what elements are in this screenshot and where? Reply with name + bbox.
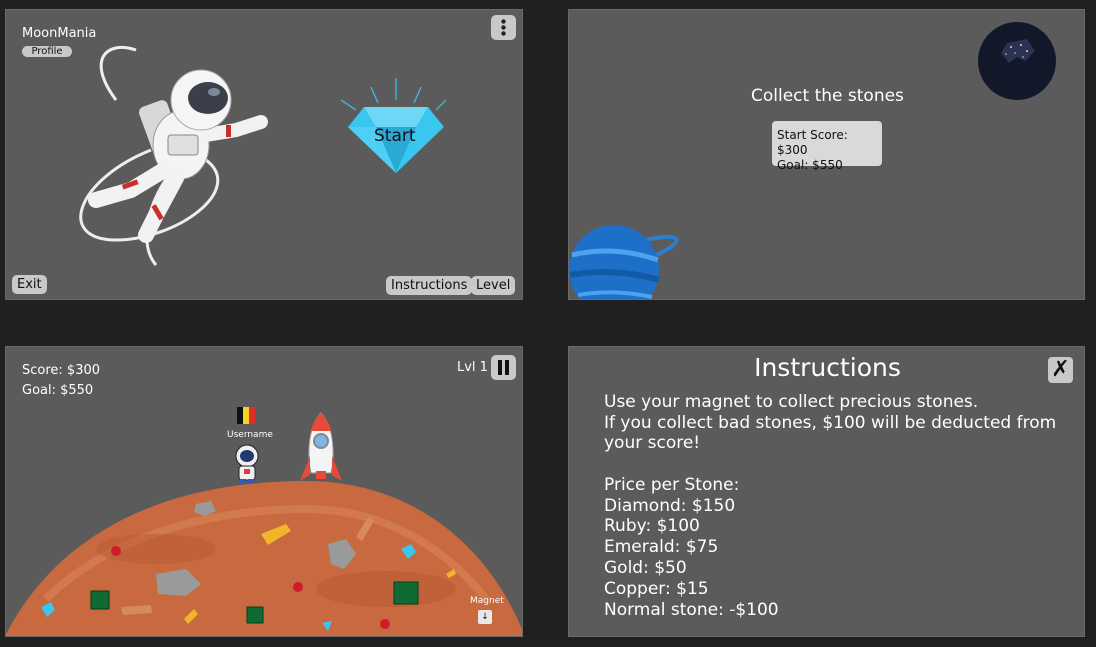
planet-surface [6, 481, 522, 636]
app-title: MoonMania [22, 26, 97, 41]
start-score-text: Start Score: $300 [777, 128, 848, 157]
goal-text: Goal: $550 [777, 158, 843, 172]
close-button[interactable]: ✗ [1048, 357, 1073, 383]
username-label: Username [227, 430, 273, 440]
earth-illustration [978, 22, 1056, 100]
price-line: Diamond: $150 [604, 496, 736, 516]
neptune-illustration [569, 225, 679, 299]
level-indicator: Lvl 1 [457, 360, 488, 375]
instruction-line: your score! [604, 433, 701, 453]
price-line: Emerald: $75 [604, 537, 719, 557]
price-heading: Price per Stone: [604, 475, 740, 495]
collect-title: Collect the stones [751, 86, 904, 106]
start-label: Start [374, 126, 416, 146]
price-line: Normal stone: -$100 [604, 600, 779, 620]
down-arrow-icon: ↓ [481, 612, 489, 622]
magnet-button[interactable]: ↓ [478, 610, 492, 624]
close-icon: ✗ [1051, 357, 1070, 382]
instructions-panel: Instructions ✗ Use your magnet to collec… [568, 346, 1085, 637]
pause-button[interactable] [491, 355, 516, 380]
price-line: Gold: $50 [604, 558, 687, 578]
gameplay-panel: Score: $300 Goal: $550 Lvl 1 Username Ma… [5, 346, 523, 637]
score-text: Score: $300 [22, 363, 101, 378]
score-goal-box: Start Score: $300 Goal: $550 [772, 121, 882, 172]
level-intro-panel: Collect the stones Start Score: $300 Goa… [568, 9, 1085, 300]
astronaut-illustration [79, 45, 268, 266]
price-line: Copper: $15 [604, 579, 709, 599]
player-astronaut [235, 444, 259, 483]
vertical-dots-icon [501, 19, 506, 36]
main-menu-panel: MoonMania Profile Start Exit Instruction… [5, 9, 523, 300]
goal-text: Goal: $550 [22, 383, 94, 398]
instructions-title: Instructions [754, 353, 901, 382]
pause-icon [498, 360, 509, 375]
instruction-line: If you collect bad stones, $100 will be … [604, 413, 1057, 433]
belgium-flag-icon [237, 407, 255, 424]
instructions-button[interactable]: Instructions [386, 276, 473, 295]
price-line: Ruby: $100 [604, 516, 700, 536]
level-button[interactable]: Level [471, 276, 516, 295]
magnet-label: Magnet [470, 596, 504, 606]
exit-button[interactable]: Exit [12, 275, 47, 294]
more-menu-button[interactable] [491, 15, 516, 40]
instruction-line: Use your magnet to collect precious ston… [604, 392, 979, 412]
